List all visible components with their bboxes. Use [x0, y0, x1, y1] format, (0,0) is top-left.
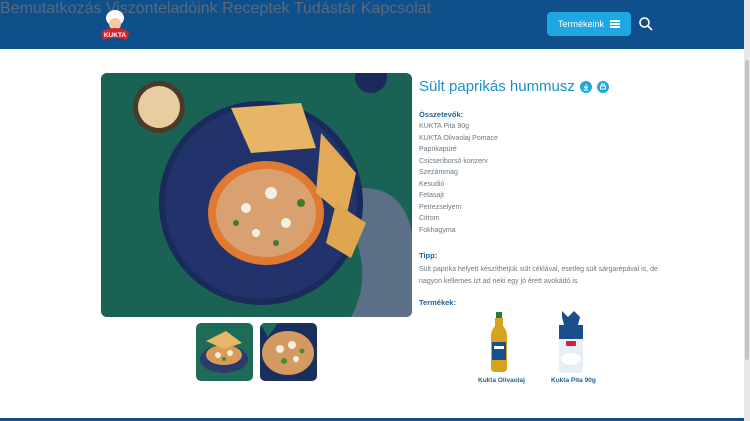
scrollbar[interactable]	[744, 0, 750, 421]
recipe-title-row: Sült paprikás hummusz	[419, 78, 609, 95]
print-icon[interactable]	[596, 80, 609, 93]
ingredient-item: Szezámmag	[419, 169, 458, 176]
nav-receptek[interactable]: Receptek	[222, 0, 290, 17]
scrollbar-thumb[interactable]	[745, 60, 749, 360]
products-menu-button[interactable]: Termékeink	[547, 12, 631, 36]
recipe-thumbnail-1[interactable]	[196, 323, 253, 381]
product-name[interactable]: Kukta Pita 90g	[551, 377, 596, 384]
recipe-thumbnail-2[interactable]	[260, 323, 317, 381]
ingredient-item: Fokhagyma	[419, 226, 456, 234]
svg-text:KUKTA: KUKTA	[104, 32, 127, 39]
nav-tudastar[interactable]: Tudástár	[294, 0, 357, 17]
products-button-label: Termékeink	[557, 19, 604, 29]
recipe-title: Sült paprikás hummusz	[419, 78, 575, 95]
nav-kapcsolat[interactable]: Kapcsolat	[361, 0, 431, 17]
nav-bemutatkozas[interactable]: Bemutatkozás	[0, 0, 101, 17]
ingredient-item: Csicseriborsó konzerv	[419, 157, 488, 165]
recipe-main-photo[interactable]	[101, 73, 412, 317]
tip-label: Tipp:	[419, 251, 438, 260]
product-name[interactable]: Kukta Olivaolaj	[478, 377, 525, 384]
products-label: Termékek:	[419, 298, 456, 307]
ingredient-item: Citrom	[419, 215, 440, 222]
download-icon[interactable]	[579, 80, 592, 93]
ingredient-item: Paprikapüré	[419, 146, 457, 153]
ingredient-item: Petrezselyem	[419, 203, 462, 211]
kukta-logo[interactable]: KUKTA	[93, 6, 137, 44]
ingredient-item: Fetasajt	[419, 192, 444, 199]
tip-text: Sült paprika helyett készíthetjük sült c…	[419, 266, 658, 285]
search-icon[interactable]	[638, 16, 653, 31]
ingredients-label: Összetevők:	[419, 110, 464, 119]
ingredient-item: KUKTA Pita 90g	[419, 123, 470, 130]
hamburger-icon	[610, 20, 620, 28]
ingredient-item: Kesudió	[419, 180, 445, 188]
pita-bag-icon[interactable]	[556, 311, 586, 373]
olive-oil-bottle-icon[interactable]	[487, 312, 511, 372]
site-header: KUKTA Bemutatkozás Viszonteladóink Recep…	[0, 0, 750, 49]
ingredient-item: KUKTA Olivaolaj Pomace	[419, 134, 498, 142]
